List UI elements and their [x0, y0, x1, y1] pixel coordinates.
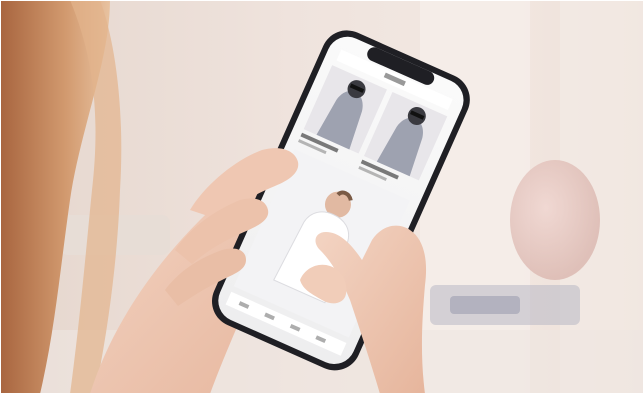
photo-illustration — [0, 0, 644, 394]
photo-scene — [0, 0, 644, 394]
background-ball — [510, 160, 600, 280]
